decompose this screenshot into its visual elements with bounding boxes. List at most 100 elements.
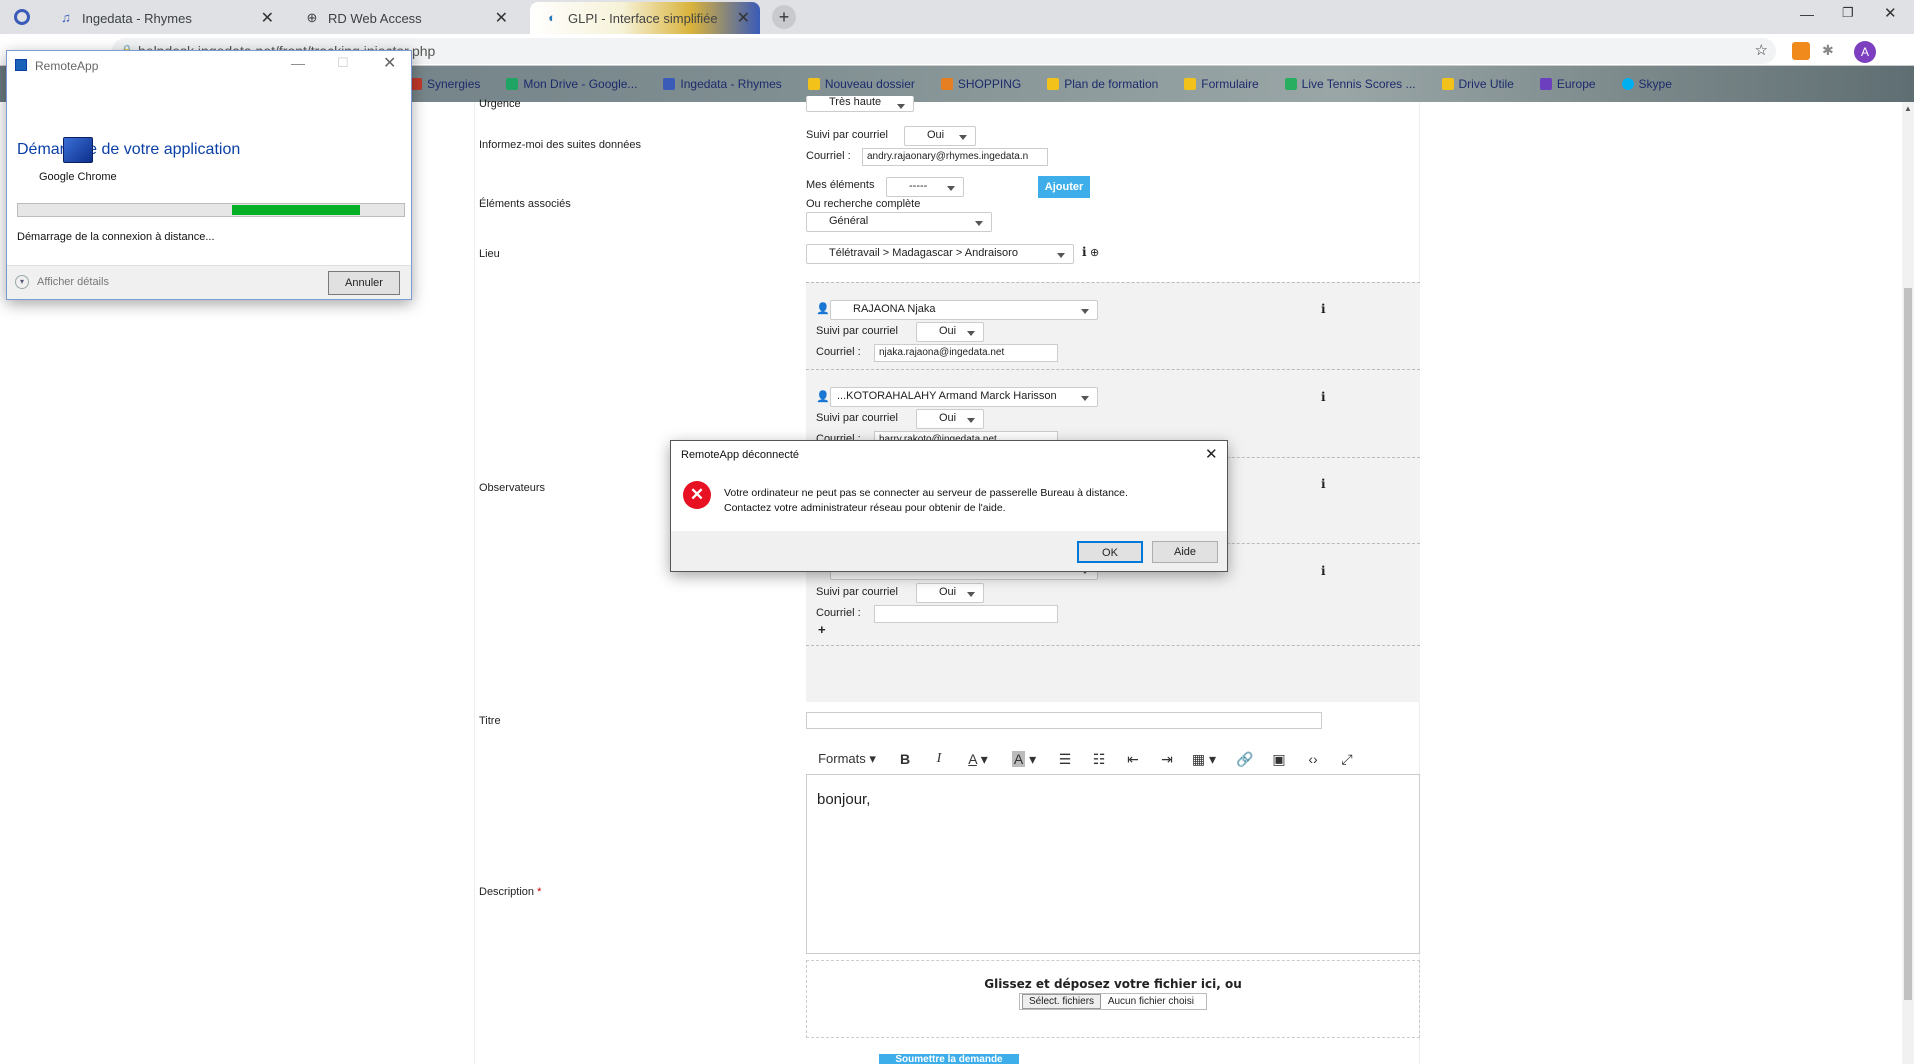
editor-content: bonjour, (817, 791, 871, 808)
star-icon[interactable]: ☆ (1755, 38, 1768, 64)
info-icon[interactable]: i (1082, 245, 1087, 259)
courriel-input[interactable]: andry.rajaonary@rhymes.ingedata.n (862, 148, 1048, 166)
elements-label: Éléments associés (479, 198, 571, 210)
progress-fill (232, 205, 360, 215)
close-window-icon[interactable]: ✕ (1884, 4, 1897, 22)
observer-courriel-input[interactable]: njaka.rajaona@ingedata.net (874, 344, 1058, 362)
add-observer-icon[interactable]: + (818, 622, 826, 637)
lieu-select[interactable]: Télétravail > Madagascar > Andraisoro (806, 244, 1074, 264)
link-icon[interactable]: 🔗 (1234, 748, 1256, 770)
file-dropzone[interactable]: Glissez et déposez votre fichier ici, ou… (806, 960, 1420, 1038)
bookmark-item[interactable]: Formulaire (1184, 77, 1259, 91)
bookmark-item[interactable]: SHOPPING (940, 77, 1021, 91)
skype-icon (1621, 78, 1634, 90)
globe-icon[interactable]: ⊕ (1090, 246, 1099, 259)
observer-suivi-label: Suivi par courriel (816, 412, 898, 424)
restore-window-icon[interactable]: ❐ (1842, 5, 1854, 21)
minimize-window-icon[interactable]: — (1800, 6, 1814, 22)
text-color-icon[interactable]: A ▾ (960, 748, 996, 770)
italic-icon[interactable]: I (930, 748, 948, 770)
avatar[interactable]: A (1854, 41, 1876, 63)
titre-input[interactable] (806, 712, 1322, 729)
bookmark-item[interactable]: Live Tennis Scores ... (1284, 77, 1416, 91)
observer-select[interactable]: RAJAONA Njaka (830, 300, 1098, 320)
new-tab-button[interactable]: + (772, 5, 796, 29)
remoteapp-title: RemoteApp (35, 59, 99, 73)
error-line-1: Votre ordinateur ne peut pas se connecte… (724, 487, 1128, 499)
close-icon[interactable]: ✕ (1205, 445, 1218, 463)
info-icon[interactable]: i (1321, 302, 1326, 316)
minimize-icon[interactable]: — (291, 55, 305, 71)
bold-icon[interactable]: B (896, 748, 914, 770)
close-icon[interactable]: ✕ (261, 8, 274, 28)
formats-dropdown[interactable]: Formats ▾ (814, 748, 880, 770)
folder-icon (807, 78, 820, 90)
select-files-button[interactable]: Sélect. fichiers (1022, 994, 1102, 1009)
maximize-icon: ☐ (337, 55, 349, 70)
bookmark-item[interactable]: Synergies (410, 77, 480, 91)
observer-suivi-select[interactable]: Oui (916, 322, 984, 342)
folder-icon (1047, 78, 1060, 90)
info-icon[interactable]: i (1321, 564, 1326, 578)
table-icon[interactable]: ▦ ▾ (1188, 748, 1220, 770)
observer-courriel-input[interactable] (874, 605, 1058, 623)
urgence-select[interactable]: Très haute (806, 96, 914, 112)
observer-courriel-label: Courriel : (816, 607, 861, 619)
observer-suivi-label: Suivi par courriel (816, 586, 898, 598)
extension-puzzle-icon[interactable]: ✱ (1822, 42, 1840, 60)
bookmark-item[interactable]: Drive Utile (1441, 77, 1514, 91)
observer-select[interactable]: ...KOTORAHALAHY Armand Marck Harisson (830, 387, 1098, 407)
error-line-2: Contactez votre administrateur réseau po… (724, 502, 1006, 514)
file-input[interactable]: Sélect. fichiers Aucun fichier choisi (1019, 993, 1207, 1010)
scroll-up-icon[interactable]: ▲ (1904, 104, 1912, 113)
description-editor[interactable]: bonjour, (806, 774, 1420, 954)
close-icon[interactable]: ✕ (495, 8, 508, 28)
info-icon[interactable]: i (1321, 477, 1326, 491)
ok-button[interactable]: OK (1077, 541, 1143, 563)
add-element-button[interactable]: Ajouter (1038, 176, 1090, 198)
expand-details-icon[interactable]: ▾ (15, 275, 29, 289)
code-icon[interactable]: ‹› (1302, 748, 1324, 770)
observer-suivi-select[interactable]: Oui (916, 583, 984, 603)
tab-glpi[interactable]: ◐ GLPI - Interface simplifiée ✕ (530, 2, 760, 34)
cancel-button[interactable]: Annuler (328, 271, 400, 295)
close-icon[interactable]: ✕ (383, 53, 396, 73)
image-icon[interactable]: ▣ (1268, 748, 1290, 770)
folder-icon (1441, 78, 1454, 90)
courriel-label: Courriel : (806, 150, 851, 162)
indent-icon[interactable]: ⇥ (1156, 748, 1178, 770)
bookmark-item[interactable]: Europe (1539, 77, 1596, 91)
show-details-link[interactable]: Afficher détails (37, 276, 109, 288)
help-button[interactable]: Aide (1152, 541, 1218, 563)
outdent-icon[interactable]: ⇤ (1122, 748, 1144, 770)
no-file-text: Aucun fichier choisi (1107, 996, 1194, 1007)
chrome-menu-icon[interactable] (14, 9, 30, 25)
tab-rdweb[interactable]: ⊕ RD Web Access ✕ (290, 2, 518, 34)
scrollbar-thumb[interactable] (1904, 288, 1912, 1000)
bookmark-item[interactable]: Skype (1621, 77, 1672, 91)
computer-icon (63, 137, 93, 163)
observateurs-label: Observateurs (479, 482, 546, 494)
glpi-icon: ◐ (548, 10, 556, 25)
close-icon[interactable]: ✕ (737, 8, 750, 28)
titre-label: Titre (479, 715, 501, 727)
recherche-select[interactable]: Général (806, 212, 992, 232)
globe-icon: ⊕ (306, 10, 318, 25)
bookmark-item[interactable]: Ingedata - Rhymes (663, 77, 782, 91)
bullet-list-icon[interactable]: ☰ (1054, 748, 1076, 770)
suivi-select[interactable]: Oui (904, 126, 976, 146)
extension-icon[interactable] (1792, 42, 1810, 60)
background-color-icon[interactable]: A ▾ (1006, 748, 1042, 770)
bookmark-item[interactable]: Nouveau dossier (807, 77, 915, 91)
bookmark-item[interactable]: Mon Drive - Google... (506, 77, 637, 91)
tab-ingedata[interactable]: ♫ Ingedata - Rhymes ✕ (44, 2, 284, 34)
numbered-list-icon[interactable]: ☷ (1088, 748, 1110, 770)
observer-suivi-select[interactable]: Oui (916, 409, 984, 429)
mes-elements-select[interactable]: ----- (886, 177, 964, 197)
info-icon[interactable]: i (1321, 390, 1326, 404)
submit-button[interactable]: Soumettre la demande (879, 1054, 1019, 1064)
fullscreen-icon[interactable]: ⤢ (1336, 748, 1358, 770)
bookmark-item[interactable]: Plan de formation (1047, 77, 1158, 91)
tab-bar: ♫ Ingedata - Rhymes ✕ ⊕ RD Web Access ✕ … (0, 0, 1914, 34)
error-dialog-title: RemoteApp déconnecté (681, 449, 800, 461)
